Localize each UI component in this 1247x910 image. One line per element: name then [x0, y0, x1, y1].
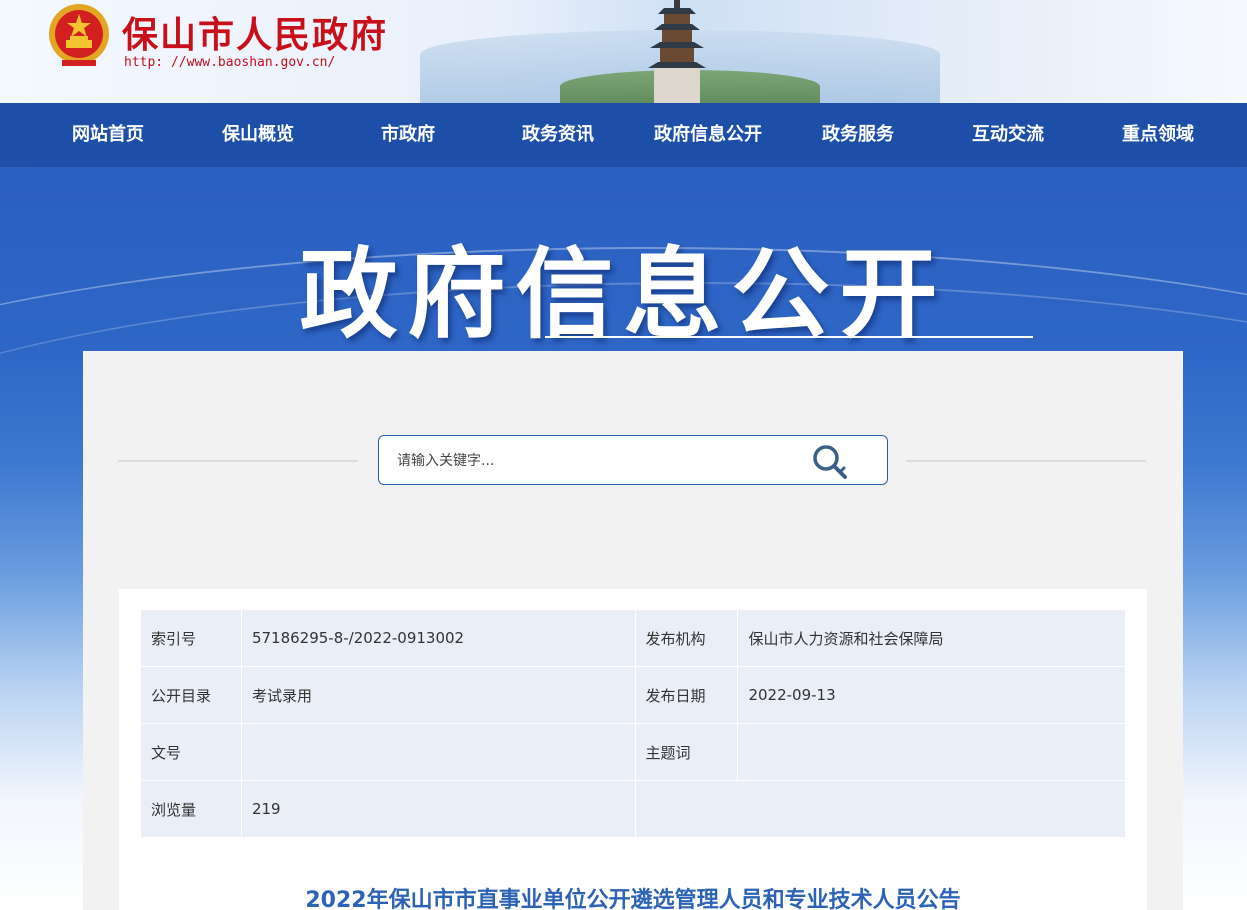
main-nav-items: 网站首页 保山概览 市政府 政务资讯 政府信息公开 政务服务 互动交流 重点领域	[33, 103, 1233, 167]
meta-empty-cell	[634, 780, 1126, 838]
article-title: 2022年保山市市直事业单位公开遴选管理人员和专业技术人员公告	[305, 888, 961, 910]
search-divider-right	[906, 460, 1146, 462]
table-row: 文号 主题词	[140, 723, 1126, 781]
meta-value: 考试录用	[240, 666, 636, 724]
search-divider-left	[118, 460, 358, 462]
meta-label: 文号	[140, 723, 242, 781]
table-row: 浏览量 219	[140, 780, 1126, 838]
site-url[interactable]: http: //www.baoshan.gov.cn/	[124, 55, 335, 70]
meta-value: 2022-09-13	[737, 666, 1126, 724]
meta-value	[240, 723, 636, 781]
meta-value: 219	[240, 780, 636, 838]
nav-item-interaction[interactable]: 互动交流	[933, 103, 1083, 167]
nav-item-home[interactable]: 网站首页	[33, 103, 183, 167]
article-meta-table: 索引号 57186295-8-/2022-0913002 发布机构 保山市人力资…	[140, 609, 1126, 838]
nav-item-news[interactable]: 政务资讯	[483, 103, 633, 167]
meta-value: 57186295-8-/2022-0913002	[240, 609, 636, 667]
table-row: 公开目录 考试录用 发布日期 2022-09-13	[140, 666, 1126, 724]
site-title: 保山市人民政府	[122, 14, 389, 56]
search-box	[378, 435, 888, 485]
meta-value	[737, 723, 1126, 781]
meta-label: 主题词	[634, 723, 739, 781]
nav-item-key-areas[interactable]: 重点领域	[1083, 103, 1233, 167]
meta-label: 浏览量	[140, 780, 242, 838]
site-header: 保山市人民政府 http: //www.baoshan.gov.cn/	[0, 0, 1247, 103]
nav-item-city-government[interactable]: 市政府	[333, 103, 483, 167]
search-icon[interactable]	[809, 442, 853, 480]
nav-item-services[interactable]: 政务服务	[783, 103, 933, 167]
pagoda-illustration	[648, 0, 706, 103]
meta-label: 索引号	[140, 609, 242, 667]
main-nav: 网站首页 保山概览 市政府 政务资讯 政府信息公开 政务服务 互动交流 重点领域	[0, 103, 1247, 167]
nav-item-overview[interactable]: 保山概览	[183, 103, 333, 167]
meta-label: 公开目录	[140, 666, 242, 724]
title-underline	[545, 336, 1033, 338]
meta-label: 发布日期	[634, 666, 739, 724]
meta-label: 发布机构	[634, 609, 739, 667]
table-row: 索引号 57186295-8-/2022-0913002 发布机构 保山市人力资…	[140, 609, 1126, 667]
meta-value: 保山市人力资源和社会保障局	[737, 609, 1126, 667]
national-emblem-icon	[49, 4, 109, 66]
nav-item-info-disclosure[interactable]: 政府信息公开	[633, 103, 783, 167]
search-input[interactable]	[397, 448, 797, 474]
